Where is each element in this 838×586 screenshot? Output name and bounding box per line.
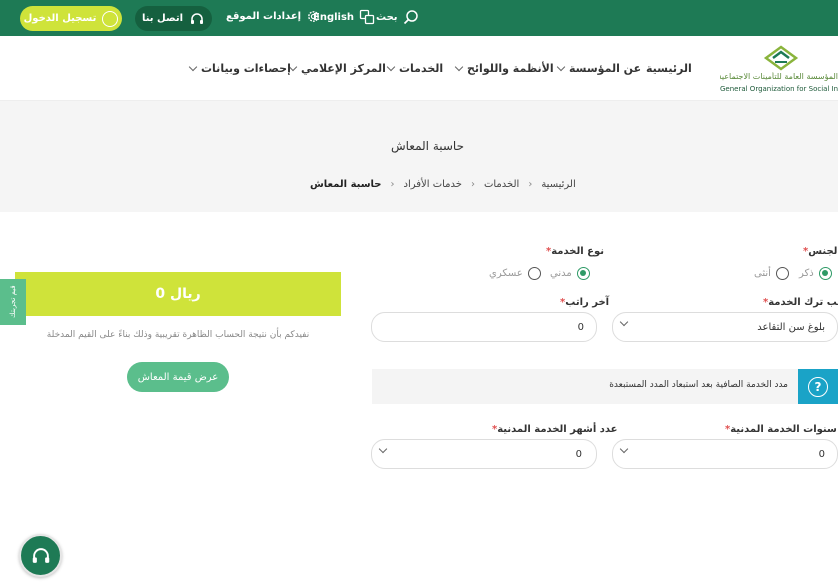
nav-item-media-center[interactable]: المركز الإعلامي <box>288 62 386 75</box>
info-text: مدد الخدمة الصافية بعد استبعاد المدد الم… <box>609 380 788 390</box>
search-label: بحث <box>376 11 398 23</box>
radio-label: عسكري <box>489 268 523 279</box>
site-settings-button[interactable]: إعدادات الموقع <box>226 9 321 24</box>
logo-arabic-text: المؤسسة العامة للتأمينات الاجتماعية <box>720 72 838 81</box>
nav-item-regulations[interactable]: الأنظمة واللوائح <box>454 62 554 75</box>
chevron-down-icon <box>454 62 464 72</box>
chevron-left-icon: › <box>390 179 395 190</box>
logo-english-text: General Organization for Social Insuranc… <box>720 85 838 93</box>
page-title: حاسبة المعاش <box>390 139 465 153</box>
service-civil-radio[interactable]: مدني <box>550 267 590 280</box>
nav-item-home[interactable]: الرئيسية <box>646 62 692 75</box>
nav-item-services[interactable]: الخدمات <box>386 62 444 75</box>
result-note: نفيدكم بأن نتيجة الحساب الظاهرة تقريبية … <box>46 330 310 340</box>
chevron-down-icon <box>556 62 566 72</box>
civil-years-select[interactable]: 0 <box>612 439 838 469</box>
select-value: بلوغ سن التقاعد <box>757 322 825 333</box>
language-label: English <box>313 11 355 23</box>
select-value: 0 <box>818 449 825 460</box>
civil-years-label: *عدد سنوات الخدمة المدنية <box>725 424 838 435</box>
select-value: 0 <box>575 449 582 460</box>
chevron-down-icon <box>619 317 629 327</box>
breadcrumb-current: حاسبة المعاش <box>310 179 382 190</box>
logo-mark-icon <box>763 45 799 71</box>
search-icon <box>403 10 418 25</box>
info-banner: ? مدد الخدمة الصافية بعد استبعاد المدد ا… <box>372 369 838 404</box>
title-section <box>0 101 838 212</box>
chevron-down-icon <box>188 62 198 72</box>
radio-label: ذكر <box>799 268 814 279</box>
chevron-down-icon <box>619 444 629 454</box>
nav-item-label: المركز الإعلامي <box>301 62 386 75</box>
login-button[interactable]: تسجيل الدخول <box>20 6 122 31</box>
radio-unselected-icon <box>775 267 789 280</box>
nav-item-label: إحصاءات وبيانات <box>201 62 291 75</box>
input-value: 0 <box>577 322 584 333</box>
breadcrumb-services[interactable]: الخدمات <box>484 179 519 190</box>
gender-label: *الجنس <box>803 246 838 257</box>
nav-item-statistics[interactable]: إحصاءات وبيانات <box>188 62 291 75</box>
gender-female-radio[interactable]: أنثى <box>754 267 789 280</box>
main-nav: المؤسسة العامة للتأمينات الاجتماعية Gene… <box>0 36 838 101</box>
question-icon: ? <box>808 376 828 397</box>
pension-result: 0 ريال <box>15 272 341 316</box>
translate-icon <box>359 9 375 25</box>
service-military-radio[interactable]: عسكري <box>489 267 541 280</box>
login-label: تسجيل الدخول <box>23 13 97 24</box>
settings-label: إعدادات الموقع <box>226 11 302 22</box>
chat-button[interactable] <box>19 534 62 577</box>
breadcrumb: الرئيسية › الخدمات › خدمات الأفراد › حاس… <box>310 179 576 190</box>
top-bar: تسجيل الدخول اتصل بنا إعدادات الموقع Eng… <box>0 0 838 36</box>
user-icon <box>102 10 119 27</box>
civil-months-label: *عدد أشهر الخدمة المدنية <box>492 424 618 435</box>
language-button[interactable]: English <box>313 9 375 25</box>
feedback-side-tab[interactable]: قيم تجربتك <box>0 279 26 325</box>
last-salary-label: *آخر راتب <box>560 297 610 308</box>
headset-icon <box>32 547 49 563</box>
service-type-label: *نوع الخدمة <box>546 246 604 257</box>
help-button[interactable]: ? <box>798 369 838 404</box>
gender-male-radio[interactable]: ذكر <box>799 267 832 280</box>
contact-label: اتصل بنا <box>141 13 184 24</box>
breadcrumb-home[interactable]: الرئيسية <box>541 179 575 190</box>
chevron-left-icon: › <box>470 179 475 190</box>
nav-item-label: الرئيسية <box>646 62 692 75</box>
page-root: تسجيل الدخول اتصل بنا إعدادات الموقع Eng… <box>0 0 838 586</box>
radio-selected-icon <box>576 267 590 280</box>
last-salary-input[interactable]: 0 <box>371 312 597 342</box>
headset-icon <box>191 12 204 24</box>
nav-item-about[interactable]: عن المؤسسة <box>556 62 642 75</box>
search-button[interactable]: بحث <box>376 9 419 25</box>
chevron-down-icon <box>386 62 396 72</box>
nav-item-label: الخدمات <box>399 62 444 75</box>
chevron-left-icon: › <box>528 179 533 190</box>
logo[interactable]: المؤسسة العامة للتأمينات الاجتماعية Gene… <box>718 42 838 97</box>
civil-months-select[interactable]: 0 <box>371 439 597 469</box>
show-pension-button[interactable]: عرض قيمة المعاش <box>127 362 229 392</box>
contact-button[interactable]: اتصل بنا <box>135 6 212 31</box>
radio-label: مدني <box>550 268 572 279</box>
radio-selected-icon <box>818 267 832 280</box>
radio-label: أنثى <box>754 268 771 279</box>
leave-reason-select[interactable]: بلوغ سن التقاعد <box>612 312 838 342</box>
radio-unselected-icon <box>527 267 541 280</box>
chevron-down-icon <box>378 444 388 454</box>
breadcrumb-individual-services[interactable]: خدمات الأفراد <box>404 179 462 190</box>
nav-item-label: الأنظمة واللوائح <box>467 62 554 75</box>
leave-reason-label: *سبب ترك الخدمة <box>763 297 838 308</box>
nav-item-label: عن المؤسسة <box>569 62 642 75</box>
